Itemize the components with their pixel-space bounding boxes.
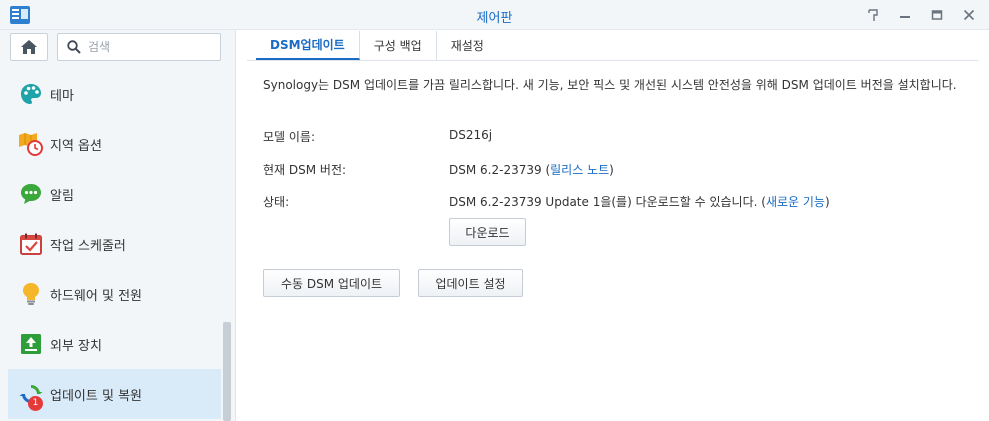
status-label: 상태: xyxy=(263,195,290,209)
tab-bar: DSM업데이트 구성 백업 재설정 xyxy=(256,31,498,61)
minimize-icon[interactable] xyxy=(895,5,915,25)
sidebar-item-label: 작업 스케줄러 xyxy=(50,238,126,254)
sidebar-item-task-scheduler[interactable]: 작업 스케줄러 xyxy=(8,219,221,269)
sidebar-item-label: 하드웨어 및 전원 xyxy=(50,288,142,304)
search-icon xyxy=(67,40,81,54)
sidebar-item-label: 지역 옵션 xyxy=(50,138,102,154)
sidebar-item-label: 업데이트 및 복원 xyxy=(50,388,142,404)
chat-bubble-icon xyxy=(18,181,44,207)
sidebar-item-label: 테마 xyxy=(50,88,74,104)
sidebar-item-label: 외부 장치 xyxy=(50,338,102,354)
region-clock-icon xyxy=(18,131,44,157)
tab-reset[interactable]: 재설정 xyxy=(437,31,498,60)
title-bar: 제어판 xyxy=(0,0,989,30)
maximize-icon[interactable] xyxy=(927,5,947,25)
sidebar-item-region[interactable]: 지역 옵션 xyxy=(8,119,221,169)
status-value-group: DSM 6.2-23739 Update 1을(를) 다운로드할 수 있습니다.… xyxy=(449,195,830,209)
search-box[interactable] xyxy=(57,33,221,61)
download-button[interactable]: 다운로드 xyxy=(449,218,526,246)
sidebar-scrollbar[interactable] xyxy=(223,322,231,421)
dsm-update-panel: Synology는 DSM 업데이트를 가끔 릴리스합니다. 새 기능, 보안 … xyxy=(263,75,978,297)
new-features-link[interactable]: 새로운 기능 xyxy=(766,195,825,209)
update-settings-button[interactable]: 업데이트 설정 xyxy=(418,269,523,297)
version-value-group: DSM 6.2-23739 (릴리스 노트) xyxy=(449,163,614,177)
close-icon[interactable] xyxy=(959,5,979,25)
version-label: 현재 DSM 버전: xyxy=(263,163,347,177)
model-label: 모델 이름: xyxy=(263,130,316,144)
sidebar-item-theme[interactable]: 테마 xyxy=(8,69,221,119)
manual-dsm-update-button[interactable]: 수동 DSM 업데이트 xyxy=(263,269,400,297)
external-device-icon xyxy=(18,331,44,357)
status-value: DSM 6.2-23739 Update 1을(를) 다운로드할 수 있습니다. xyxy=(449,195,758,209)
home-button[interactable] xyxy=(10,33,48,61)
sidebar: 테마 지역 옵션 알림 xyxy=(0,30,236,421)
sidebar-item-external-devices[interactable]: 외부 장치 xyxy=(8,319,221,369)
sidebar-item-notification[interactable]: 알림 xyxy=(8,169,221,219)
calendar-check-icon xyxy=(18,231,44,257)
version-value: DSM 6.2-23739 xyxy=(449,163,542,177)
search-input[interactable] xyxy=(88,37,216,57)
sidebar-item-hardware-power[interactable]: 하드웨어 및 전원 xyxy=(8,269,221,319)
tab-dsm-update[interactable]: DSM업데이트 xyxy=(256,31,360,60)
model-value: DS216j xyxy=(449,128,493,142)
release-notes-link[interactable]: 릴리스 노트 xyxy=(550,163,609,177)
tab-divider xyxy=(247,60,979,61)
sidebar-item-label: 알림 xyxy=(50,188,74,204)
home-icon xyxy=(21,40,37,54)
window-title: 제어판 xyxy=(476,11,513,26)
update-restore-icon: 1 xyxy=(18,381,44,411)
tab-config-backup[interactable]: 구성 백업 xyxy=(360,31,437,60)
notification-badge: 1 xyxy=(28,396,43,411)
sidebar-item-update-restore[interactable]: 1 업데이트 및 복원 xyxy=(8,369,221,419)
lightbulb-icon xyxy=(18,281,44,307)
pin-icon[interactable] xyxy=(863,5,883,25)
palette-icon xyxy=(18,81,44,107)
sidebar-nav: 테마 지역 옵션 알림 작업 스케줄러 하드웨어 및 전원 외부 장치 1 업데… xyxy=(8,69,221,419)
update-description: Synology는 DSM 업데이트를 가끔 릴리스합니다. 새 기능, 보안 … xyxy=(263,78,957,92)
